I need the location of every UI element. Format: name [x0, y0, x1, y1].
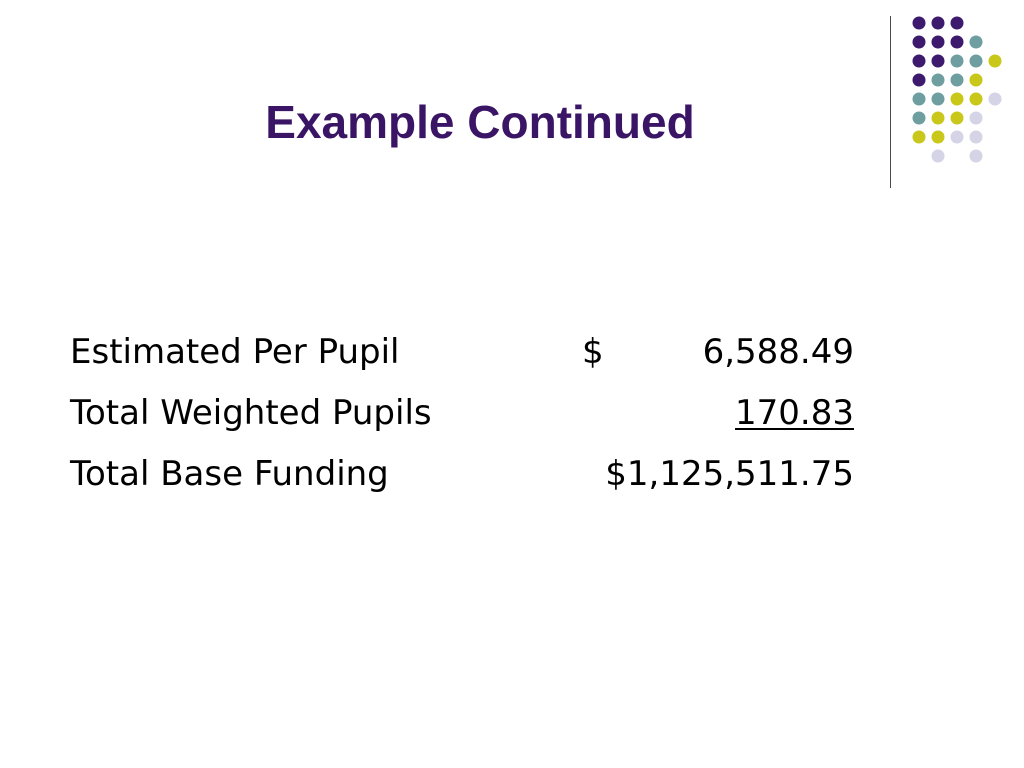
row-amount: $1,125,511.75: [605, 454, 854, 494]
slide-title: Example Continued: [265, 96, 695, 148]
divider-line: [890, 16, 891, 188]
row-amount-underlined: 170.83: [735, 393, 854, 433]
row-label: Total Weighted Pupils: [70, 393, 432, 433]
table-row-total-weighted-pupils: Total Weighted Pupils 170.83: [70, 383, 870, 444]
decorative-dot: [969, 92, 983, 106]
decorative-dot: [969, 54, 983, 68]
decorative-dot: [969, 73, 983, 87]
decorative-dot: [912, 16, 926, 30]
decorative-dot: [912, 54, 926, 68]
decorative-dot: [931, 149, 945, 163]
decorative-dot: [931, 130, 945, 144]
decorative-dot: [931, 16, 945, 30]
decorative-dot: [912, 73, 926, 87]
decorative-dot: [950, 54, 964, 68]
decorative-dot: [912, 130, 926, 144]
decorative-dot: [988, 92, 1002, 106]
row-label: Estimated Per Pupil: [70, 332, 400, 372]
row-amount: 6,588.49: [702, 332, 854, 372]
row-label: Total Base Funding: [70, 454, 389, 494]
decorative-dot: [912, 111, 926, 125]
decorative-dot: [950, 16, 964, 30]
decorative-dot: [969, 130, 983, 144]
decorative-dot: [931, 92, 945, 106]
decorative-dot: [969, 35, 983, 49]
decorative-dot: [931, 54, 945, 68]
decorative-dot: [969, 111, 983, 125]
decorative-dot: [969, 149, 983, 163]
decorative-dot: [950, 92, 964, 106]
decorative-dot: [931, 35, 945, 49]
row-currency-symbol: $: [582, 332, 604, 372]
decorative-dot: [912, 92, 926, 106]
table-row-total-base-funding: Total Base Funding $1,125,511.75: [70, 444, 870, 505]
decorative-dot: [950, 130, 964, 144]
decorative-dot: [912, 35, 926, 49]
slide: Example Continued Estimated Per Pupil $ …: [0, 0, 1024, 768]
table-row-estimated-per-pupil: Estimated Per Pupil $ 6,588.49: [70, 322, 870, 383]
decorative-dot: [950, 35, 964, 49]
decorative-dot: [950, 111, 964, 125]
decorative-dot: [931, 111, 945, 125]
decorative-dot: [931, 73, 945, 87]
decorative-dot: [950, 73, 964, 87]
decorative-dot: [988, 54, 1002, 68]
funding-table: Estimated Per Pupil $ 6,588.49 Total Wei…: [70, 322, 870, 505]
